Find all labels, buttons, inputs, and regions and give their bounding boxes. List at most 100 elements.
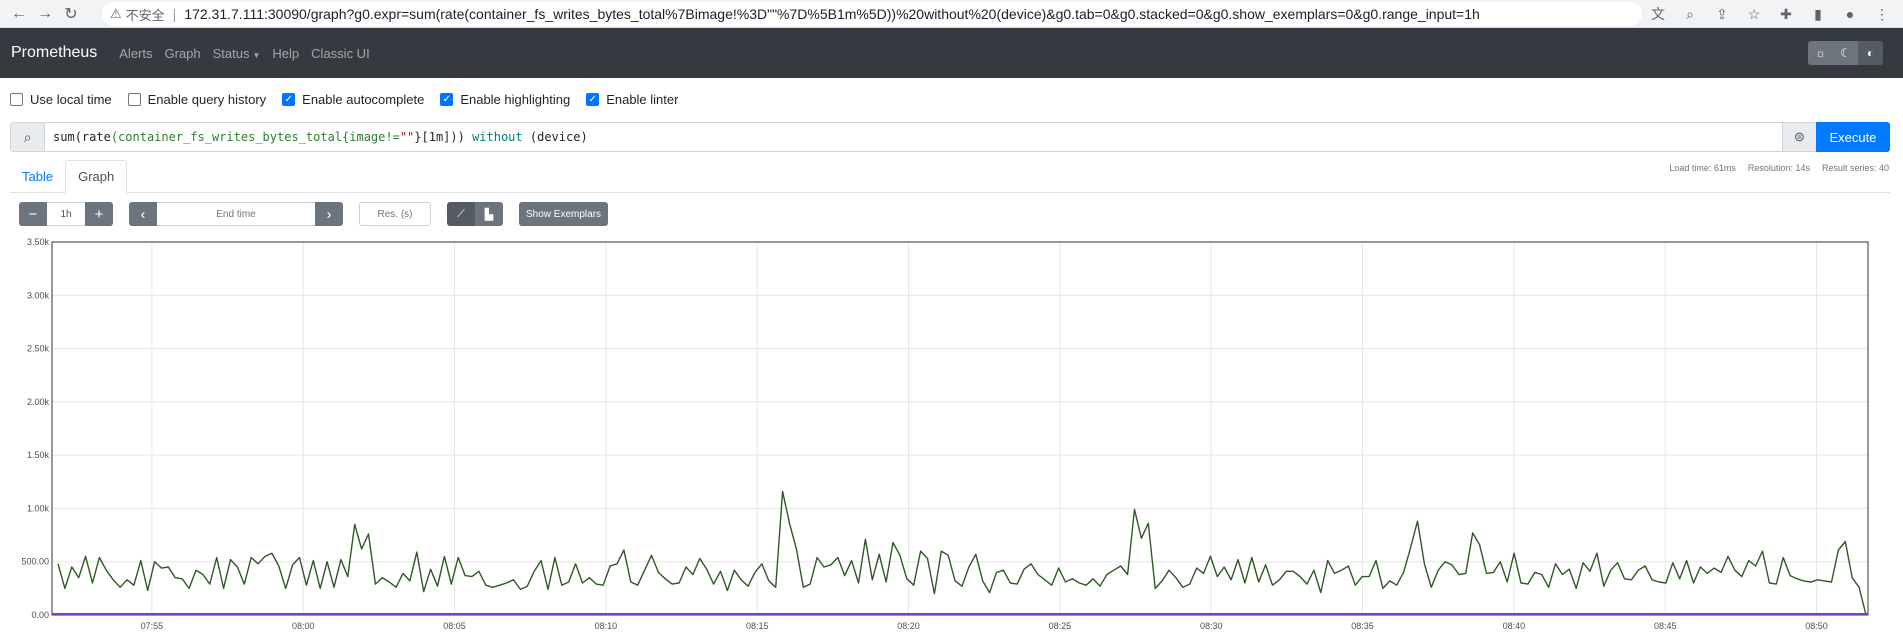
option-label: Enable linter xyxy=(606,92,679,107)
reload-icon[interactable]: ↻ xyxy=(58,1,84,27)
bookmark-star-icon[interactable]: ☆ xyxy=(1741,2,1767,26)
y-tick-label: 1.00k xyxy=(27,503,50,513)
y-tick-label: 3.50k xyxy=(27,237,50,247)
expr-token: (container_fs_writes_bytes_total{image!= xyxy=(110,130,400,144)
linter-option[interactable]: ✓ Enable linter xyxy=(586,92,678,107)
translate-icon[interactable]: 文 xyxy=(1645,2,1671,26)
checkbox-local-time[interactable] xyxy=(10,93,23,106)
x-tick-label: 08:35 xyxy=(1351,621,1374,631)
area-chart-icon[interactable]: ▙ xyxy=(475,202,503,226)
x-tick-label: 08:20 xyxy=(897,621,920,631)
x-tick-label: 08:30 xyxy=(1200,621,1223,631)
divider: | xyxy=(172,6,177,22)
back-icon[interactable]: ← xyxy=(6,1,32,27)
browser-toolbar: ← → ↻ ⚠ 不安全 | 172.31.7.111:30090/graph?g… xyxy=(0,0,1903,28)
share-icon[interactable]: ⇪ xyxy=(1709,2,1735,26)
metrics-explorer-icon[interactable]: ⊜ xyxy=(1782,123,1816,151)
y-tick-label: 2.00k xyxy=(27,397,50,407)
y-tick-label: 2.50k xyxy=(27,344,50,354)
series-line xyxy=(57,490,1867,616)
expr-token: without xyxy=(472,130,523,144)
x-tick-label: 08:25 xyxy=(1049,621,1072,631)
nav-classic-ui[interactable]: Classic UI xyxy=(311,46,370,61)
option-label: Use local time xyxy=(30,92,112,107)
expression-input[interactable]: sum(rate (container_fs_writes_bytes_total… xyxy=(45,123,1782,151)
x-tick-label: 08:40 xyxy=(1503,621,1526,631)
end-time-input[interactable]: End time xyxy=(157,202,315,226)
y-tick-label: 3.00k xyxy=(27,290,50,300)
y-tick-label: 1.50k xyxy=(27,450,50,460)
tab-table[interactable]: Table xyxy=(10,160,65,193)
search-icon: ⌕ xyxy=(11,123,45,151)
nav-help[interactable]: Help xyxy=(272,46,299,61)
x-tick-label: 08:50 xyxy=(1805,621,1828,631)
use-local-time-option[interactable]: Use local time xyxy=(10,92,112,107)
autocomplete-option[interactable]: ✓ Enable autocomplete xyxy=(282,92,424,107)
range-input[interactable]: 1h xyxy=(47,202,85,226)
stack-toggle: ⟋ ▙ xyxy=(447,202,503,226)
moon-icon[interactable]: ☾ xyxy=(1833,41,1858,65)
graph-controls: − 1h + ‹ End time › Res. (s) ⟋ ▙ Show Ex… xyxy=(19,202,609,226)
decrease-range-button[interactable]: − xyxy=(19,202,47,226)
graph-panel: 0.00 500.00 1.00k 1.50k 2.00k 2.50k 3.00k 3.50k… xyxy=(0,236,1903,631)
sun-icon[interactable]: ☼ xyxy=(1808,41,1833,65)
checkbox-query-history[interactable] xyxy=(127,93,141,106)
x-tick-label: 08:00 xyxy=(292,621,315,631)
address-bar[interactable]: ⚠ 不安全 | 172.31.7.111:30090/graph?g0.expr… xyxy=(102,2,1642,26)
execute-button[interactable]: Execute xyxy=(1816,122,1890,152)
option-label: Enable autocomplete xyxy=(302,92,425,107)
checkbox-autocomplete[interactable]: ✓ xyxy=(282,93,296,106)
warning-icon: ⚠ xyxy=(110,6,122,21)
line-chart[interactable]: 0.00 500.00 1.00k 1.50k 2.00k 2.50k 3.00k 3.50k… xyxy=(0,236,1903,631)
expr-token: rate xyxy=(81,130,111,144)
checkbox-highlighting[interactable]: ✓ xyxy=(440,93,454,106)
show-exemplars-button[interactable]: Show Exemplars xyxy=(519,202,609,226)
expr-token: sum xyxy=(53,130,75,144)
y-tick-label: 500.00 xyxy=(21,557,49,567)
x-tick-label: 08:45 xyxy=(1654,621,1677,631)
nav-status[interactable]: Status ▼ xyxy=(213,46,261,61)
option-label: Enable highlighting xyxy=(460,92,571,107)
tab-graph[interactable]: Graph xyxy=(65,160,128,193)
x-tick-label: 08:15 xyxy=(746,621,769,631)
increase-range-button[interactable]: + xyxy=(85,202,113,226)
previous-time-button[interactable]: ‹ xyxy=(129,202,157,226)
query-stats: Load time: 61ms Resolution: 14s Result s… xyxy=(1669,163,1889,173)
chevron-down-icon: ▼ xyxy=(252,50,261,60)
profile-icon[interactable]: ● xyxy=(1837,2,1863,26)
sidebar-icon[interactable]: ▮ xyxy=(1805,2,1831,26)
resolution-input[interactable]: Res. (s) xyxy=(359,202,431,226)
forward-icon[interactable]: → xyxy=(32,1,58,27)
menu-icon[interactable]: ⋮ xyxy=(1869,2,1895,26)
expr-token: (device) xyxy=(522,130,588,144)
tabs-divider xyxy=(10,192,1890,193)
highlighting-option[interactable]: ✓ Enable highlighting xyxy=(440,92,570,107)
next-time-button[interactable]: › xyxy=(315,202,343,226)
query-options: Use local time Enable query history ✓ Ena… xyxy=(10,92,694,107)
brand-logo[interactable]: Prometheus xyxy=(11,44,97,62)
x-tick-label: 08:05 xyxy=(443,621,466,631)
nav-status-label: Status xyxy=(212,45,250,61)
theme-switcher: ☼ ☾ ◐ xyxy=(1808,41,1883,65)
expr-token: "" xyxy=(399,130,415,144)
x-tick-label: 07:55 xyxy=(141,621,164,631)
navbar: Prometheus Alerts Graph Status ▼ Help Cla… xyxy=(0,28,1903,78)
nav-graph[interactable]: Graph xyxy=(165,46,201,61)
extensions-icon[interactable]: ✚ xyxy=(1773,2,1799,26)
resolution: Resolution: 14s xyxy=(1747,163,1810,173)
checkbox-linter[interactable]: ✓ xyxy=(586,93,600,106)
y-tick-label: 0.00 xyxy=(31,610,49,620)
line-chart-icon[interactable]: ⟋ xyxy=(447,202,475,226)
contrast-icon[interactable]: ◐ xyxy=(1858,41,1883,65)
nav-alerts[interactable]: Alerts xyxy=(119,46,152,61)
expr-token: ( xyxy=(74,130,82,144)
zoom-icon[interactable]: ⌕ xyxy=(1677,2,1703,26)
load-time: Load time: 61ms xyxy=(1669,163,1736,173)
x-tick-label: 08:10 xyxy=(595,621,618,631)
expression-bar: ⌕ sum(rate (container_fs_writes_bytes_tot… xyxy=(10,122,1890,152)
plot-border xyxy=(51,241,1869,616)
url-text: 172.31.7.111:30090/graph?g0.expr=sum(rat… xyxy=(184,6,1480,22)
tabs: Table Graph xyxy=(10,160,128,193)
option-label: Enable query history xyxy=(147,92,267,107)
query-history-option[interactable]: Enable query history xyxy=(127,92,267,107)
